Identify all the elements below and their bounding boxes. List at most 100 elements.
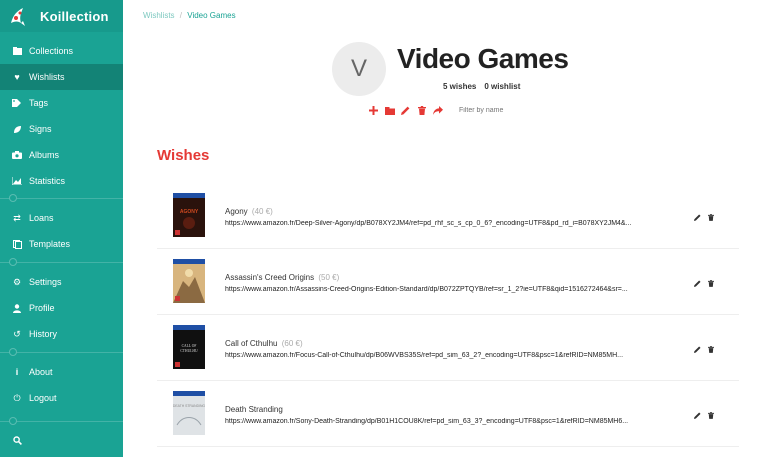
app-name: Koillection [40, 8, 109, 24]
trash-icon[interactable] [707, 279, 715, 287]
sidebar-item-collections[interactable]: Collections [0, 38, 123, 64]
sidebar-item-label: Tags [29, 98, 49, 108]
sidebar-item-albums[interactable]: Albums [0, 142, 123, 168]
logout-icon: ⏻ [13, 392, 21, 403]
wish-url[interactable]: https://www.amazon.fr/Deep-Silver-Agony/… [225, 220, 677, 227]
sidebar-item-about[interactable]: i About [0, 359, 123, 385]
wishes-list: AGONY Agony (40 €) https://www.amazon.fr… [157, 183, 739, 447]
wish-title[interactable]: Assassin's Creed Origins [225, 273, 314, 282]
wish-row[interactable]: Assassin's Creed Origins (50 €) https://… [157, 249, 739, 315]
sidebar-divider [0, 352, 123, 353]
brand[interactable]: Koillection [0, 0, 123, 32]
trash-icon[interactable] [707, 213, 715, 221]
template-icon [11, 239, 23, 249]
svg-text:CTHULHU: CTHULHU [180, 349, 198, 353]
wish-name: Assassin's Creed Origins (50 €) [225, 273, 339, 282]
sidebar-item-settings[interactable]: ⚙ Settings [0, 269, 123, 295]
koi-logo-icon [6, 4, 30, 28]
wish-url[interactable]: https://www.amazon.fr/Assassins-Creed-Or… [225, 286, 677, 293]
svg-text:CALL OF: CALL OF [182, 344, 197, 348]
sidebar-item-templates[interactable]: Templates [0, 231, 123, 257]
pencil-icon[interactable] [693, 279, 701, 287]
sidebar-item-label: History [29, 329, 58, 339]
plus-icon[interactable] [367, 104, 380, 117]
wish-actions [693, 279, 715, 287]
sidebar-item-signs[interactable]: Signs [0, 116, 123, 142]
wish-price: (40 €) [251, 207, 273, 216]
wish-name: Call of Cthulhu (60 €) [225, 339, 303, 348]
sidebar-item-label: Signs [29, 124, 52, 134]
trash-icon[interactable] [707, 411, 715, 419]
sidebar-item-history[interactable]: ↺ History [0, 321, 123, 347]
sidebar-item-label: Loans [29, 213, 54, 223]
chart-icon [11, 177, 23, 185]
pencil-icon[interactable] [693, 213, 701, 221]
wish-actions [693, 345, 715, 353]
sidebar-item-label: Collections [29, 46, 74, 56]
sidebar-item-label: Settings [29, 277, 62, 287]
wish-name: Agony (40 €) [225, 207, 273, 216]
wish-cover-image: DEATH STRANDING [173, 391, 205, 435]
heart-icon: ♥ [14, 72, 20, 82]
sidebar-divider-dot [9, 348, 17, 356]
search-icon [11, 435, 23, 445]
exchange-icon: ⇄ [13, 212, 21, 223]
sidebar-search-button[interactable] [0, 427, 123, 453]
sidebar-divider [0, 421, 123, 422]
wishes-count: 5 wishes [443, 82, 477, 91]
pencil-icon[interactable] [693, 345, 701, 353]
breadcrumb-current: Video Games [187, 11, 236, 20]
pencil-icon[interactable] [693, 411, 701, 419]
user-icon [11, 303, 23, 313]
breadcrumb: Wishlists / Video Games [143, 11, 236, 20]
sidebar-item-label: About [29, 367, 53, 377]
sidebar-divider-dot [9, 417, 17, 425]
wishes-section-title: Wishes [157, 147, 210, 164]
gears-icon: ⚙ [12, 276, 22, 287]
wish-title[interactable]: Call of Cthulhu [225, 339, 277, 348]
leaf-icon [11, 125, 23, 134]
wish-cover-image: AGONY [173, 193, 205, 237]
share-icon[interactable] [431, 104, 444, 117]
filter-input[interactable] [459, 104, 549, 117]
folder-icon[interactable] [383, 104, 396, 117]
sidebar-item-loans[interactable]: ⇄ Loans [0, 205, 123, 231]
svg-text:AGONY: AGONY [180, 209, 199, 215]
wish-price: (60 €) [281, 339, 303, 348]
pencil-icon[interactable] [399, 104, 412, 117]
sidebar-divider-dot [9, 258, 17, 266]
sidebar-divider-dot [9, 194, 17, 202]
sidebar-item-statistics[interactable]: Statistics [0, 168, 123, 194]
wishlist-count: 0 wishlist [484, 82, 521, 91]
wish-url[interactable]: https://www.amazon.fr/Focus-Call-of-Cthu… [225, 352, 677, 359]
sidebar-item-profile[interactable]: Profile [0, 295, 123, 321]
breadcrumb-separator: / [179, 11, 183, 20]
sidebar-item-tags[interactable]: Tags [0, 90, 123, 116]
page-title: Video Games [397, 43, 569, 74]
wish-row[interactable]: AGONY Agony (40 €) https://www.amazon.fr… [157, 183, 739, 249]
sidebar-item-label: Templates [29, 239, 71, 249]
wish-url[interactable]: https://www.amazon.fr/Sony-Death-Strandi… [225, 418, 677, 425]
sidebar-item-label: Logout [29, 393, 57, 403]
info-icon: i [15, 367, 19, 377]
trash-icon[interactable] [707, 345, 715, 353]
wishlist-counts: 5 wishes 0 wishlist [443, 82, 520, 91]
wish-name: Death Stranding [225, 405, 285, 414]
tags-icon [11, 99, 23, 107]
trash-icon[interactable] [415, 104, 428, 117]
breadcrumb-wishlists-link[interactable]: Wishlists [143, 11, 175, 20]
wish-actions [693, 213, 715, 221]
wish-title[interactable]: Agony [225, 207, 248, 216]
wish-cover-image [173, 259, 205, 303]
sidebar-item-logout[interactable]: ⏻ Logout [0, 385, 123, 411]
wish-title[interactable]: Death Stranding [225, 405, 283, 414]
wish-row[interactable]: CALL OF CTHULHU Call of Cthulhu (60 €) h… [157, 315, 739, 381]
svg-text:DEATH STRANDING: DEATH STRANDING [173, 404, 205, 408]
wish-price: (50 €) [318, 273, 340, 282]
history-icon: ↺ [13, 328, 21, 339]
wish-row[interactable]: DEATH STRANDING Death Stranding https://… [157, 381, 739, 447]
sidebar-divider [0, 262, 123, 263]
sidebar-item-label: Profile [29, 303, 55, 313]
sidebar-item-wishlists[interactable]: ♥ Wishlists [0, 64, 123, 90]
wish-actions [693, 411, 715, 419]
